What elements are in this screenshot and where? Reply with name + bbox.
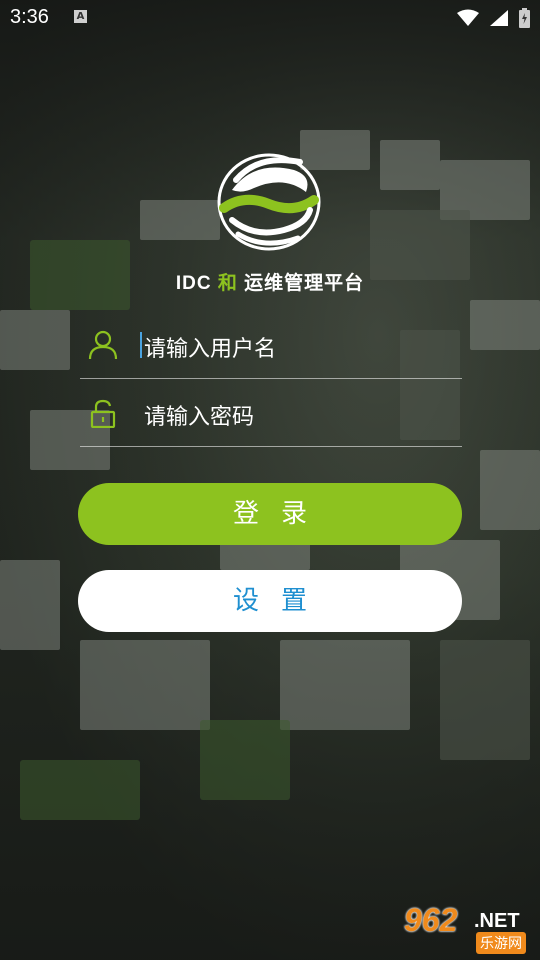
password-placeholder[interactable]: 请输入密码 [144,399,254,431]
watermark-net: .NET [474,910,520,932]
watermark-number: 962 [404,902,458,938]
brand-he: 和 [217,273,238,294]
notification-a-icon: A [74,10,87,23]
wifi-icon [457,9,479,26]
login-button[interactable]: 登录 [78,483,462,545]
brand-prefix: IDC [175,273,212,294]
settings-button[interactable]: 设置 [78,570,462,632]
username-field[interactable]: 请输入用户名 [80,312,462,379]
china-mobile-logo [217,153,321,251]
site-watermark: 962 .NET 乐游网 [402,902,534,956]
battery-icon [519,8,530,28]
text-caret [140,332,142,358]
signal-icon [490,10,508,26]
password-field[interactable]: 请输入密码 [80,380,462,447]
background-aerial-image [0,0,540,960]
status-icons [457,8,530,28]
username-placeholder[interactable]: 请输入用户名 [144,331,276,363]
brand-suffix: 运维管理平台 [244,273,365,294]
status-bar: 3:36 A [0,0,540,36]
status-time: 3:36 [10,6,49,28]
brand-title: IDC 和 运维管理平台 [0,268,540,295]
lock-icon [90,399,116,428]
watermark-sub: 乐游网 [476,932,526,954]
user-icon [88,330,118,360]
